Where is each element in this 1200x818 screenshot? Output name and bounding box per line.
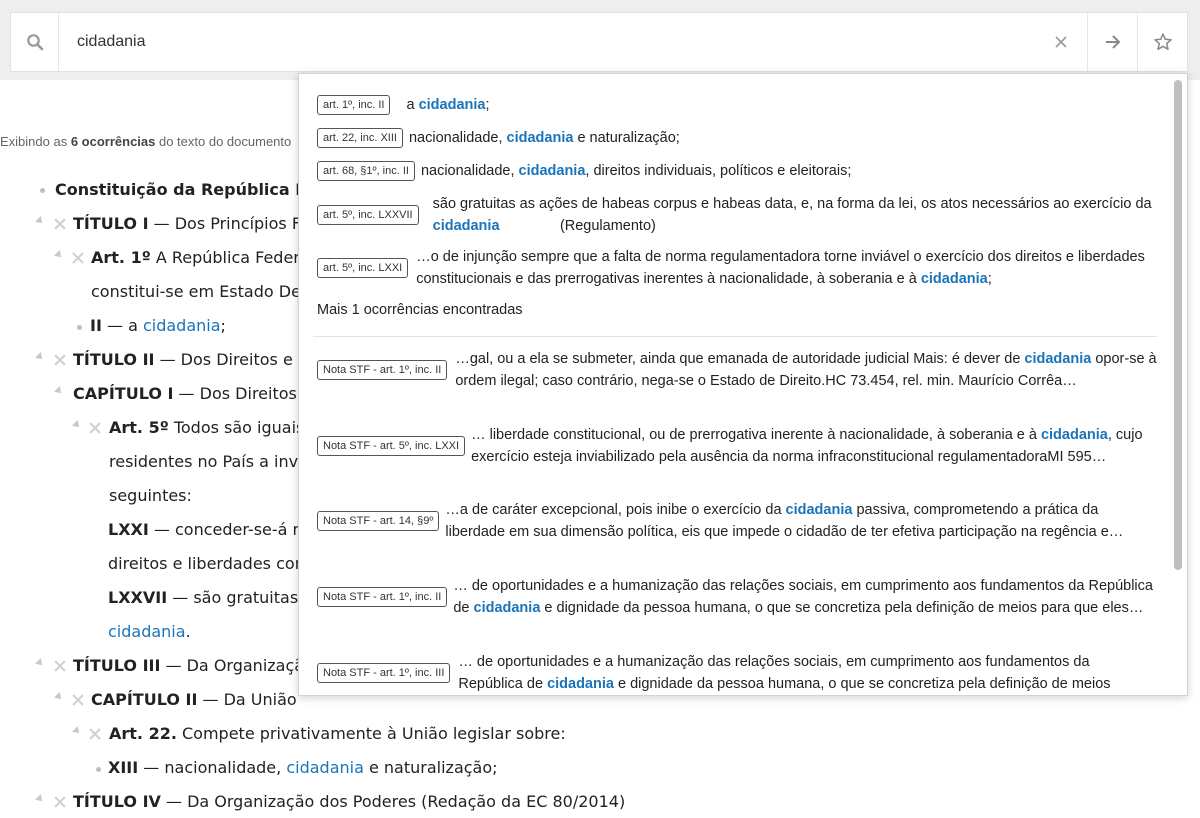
titulo-i[interactable]: TÍTULO I — Dos Princípios Fu <box>73 207 310 241</box>
note-text: …a de caráter excepcional, pois inibe o … <box>445 502 1124 540</box>
art-5-inc-lxxi[interactable]: LXXI — conceder-se-á ma <box>108 513 318 547</box>
art-5-inc-lxxvii-line-2: cidadania. <box>108 622 191 641</box>
cross-icon[interactable] <box>72 694 84 706</box>
note-text: … liberdade constitucional, ou de prerro… <box>471 427 1143 465</box>
collapse-icon[interactable] <box>35 794 45 804</box>
search-input[interactable] <box>59 13 1035 71</box>
titulo-iv[interactable]: TÍTULO IV — Da Organização dos Poderes (… <box>73 785 625 818</box>
clear-search-button[interactable] <box>1035 13 1087 71</box>
results-summary: Exibindo as 6 ocorrências do texto do do… <box>0 134 291 149</box>
result-text: são gratuitas as ações de habeas corpus … <box>432 196 1152 234</box>
result-item[interactable]: art. 22, inc. XIII nacionalidade, cidada… <box>317 127 1157 149</box>
art-5-line-3: seguintes: <box>109 486 192 505</box>
note-tag: Nota STF - art. 1º, inc. II <box>317 587 448 607</box>
note-item[interactable]: Nota STF - art. 1º, inc. III … de oportu… <box>317 651 1157 695</box>
note-item[interactable]: Nota STF - art. 1º, inc. II … de oportun… <box>317 575 1157 619</box>
more-results-link[interactable]: Mais 1 ocorrências encontradas <box>317 302 523 318</box>
titulo-iii[interactable]: TÍTULO III — Da Organização <box>73 649 314 683</box>
search-icon[interactable] <box>11 13 59 71</box>
result-tag: art. 5º, inc. LXXI <box>317 258 409 278</box>
result-item[interactable]: art. 5º, inc. LXXVII são gratuitas as aç… <box>317 193 1157 237</box>
divider <box>313 336 1157 337</box>
art-5-inc-lxxvii[interactable]: LXXVII — são gratuitas as <box>108 581 321 615</box>
collapse-icon[interactable] <box>35 216 45 226</box>
result-item[interactable]: art. 68, §1º, inc. II nacionalidade, cid… <box>317 160 1157 182</box>
collapse-icon[interactable] <box>35 352 45 362</box>
search-area <box>0 0 1200 80</box>
result-tag: art. 22, inc. XIII <box>317 128 403 148</box>
result-text: nacionalidade, cidadania, direitos indiv… <box>420 163 852 179</box>
note-item[interactable]: Nota STF - art. 1º, inc. II …gal, ou a e… <box>317 348 1157 392</box>
favorite-button[interactable] <box>1137 13 1187 71</box>
cross-icon[interactable] <box>54 796 66 808</box>
titulo-ii[interactable]: TÍTULO II — Dos Direitos e G <box>73 343 310 377</box>
note-item[interactable]: Nota STF - art. 14, §9º …a de caráter ex… <box>317 499 1157 543</box>
results-prefix: Exibindo as <box>0 134 71 149</box>
result-text: …o de injunção sempre que a falta de nor… <box>416 249 1145 287</box>
result-text: a cidadania; <box>406 97 490 113</box>
cross-icon[interactable] <box>54 218 66 230</box>
collapse-icon[interactable] <box>54 250 64 260</box>
note-item[interactable]: Nota STF - art. 5º, inc. LXXI … liberdad… <box>317 424 1157 468</box>
collapse-icon[interactable] <box>54 692 64 702</box>
result-tag: art. 1º, inc. II <box>317 95 391 115</box>
art-22[interactable]: Art. 22. Compete privativamente à União … <box>109 717 566 751</box>
scrollbar-thumb[interactable] <box>1174 80 1182 570</box>
result-item[interactable]: art. 5º, inc. LXXI …o de injunção sempre… <box>317 246 1157 290</box>
collapse-icon[interactable] <box>72 726 82 736</box>
note-text: … de oportunidades e a humanização das r… <box>453 578 1153 616</box>
cross-icon[interactable] <box>72 252 84 264</box>
close-icon <box>1055 36 1067 48</box>
tree-bullet <box>40 188 45 193</box>
collapse-icon[interactable] <box>54 386 64 396</box>
search-bar <box>10 12 1188 72</box>
note-tag: Nota STF - art. 1º, inc. III <box>317 663 451 683</box>
search-results-dropdown: art. 1º, inc. II a cidadania; art. 22, i… <box>298 73 1188 696</box>
collapse-icon[interactable] <box>35 658 45 668</box>
cross-icon[interactable] <box>89 728 101 740</box>
art-5-line-2: residentes no País a invio <box>109 452 313 471</box>
art-5[interactable]: Art. 5º Todos são iguais p <box>109 411 320 445</box>
cross-icon[interactable] <box>54 354 66 366</box>
result-tag: art. 5º, inc. LXXVII <box>317 205 419 225</box>
art-22-inc-xiii[interactable]: XIII — nacionalidade, cidadania e natura… <box>108 751 498 785</box>
cross-icon[interactable] <box>54 660 66 672</box>
note-text: …gal, ou a ela se submeter, ainda que em… <box>455 351 1157 389</box>
results-count: 6 ocorrências <box>70 134 156 149</box>
capitulo-ii[interactable]: CAPÍTULO II — Da União <box>91 683 297 717</box>
tree-bullet <box>96 767 101 772</box>
note-tag: Nota STF - art. 1º, inc. II <box>317 360 448 380</box>
result-tag: art. 68, §1º, inc. II <box>317 161 415 181</box>
results-suffix: do texto do documento <box>155 134 292 149</box>
capitulo-i[interactable]: CAPÍTULO I — Dos Direitos e <box>73 377 312 411</box>
art-1-inc-ii[interactable]: II — a cidadania; <box>90 309 226 343</box>
arrow-right-icon <box>1105 35 1120 49</box>
tree-bullet <box>77 325 82 330</box>
art-1[interactable]: Art. 1º A República Federat <box>91 241 316 275</box>
note-tag: Nota STF - art. 14, §9º <box>317 511 440 531</box>
result-text: nacionalidade, cidadania e naturalização… <box>408 130 680 146</box>
star-icon <box>1153 33 1172 51</box>
document-title[interactable]: Constituição da República Fede <box>55 173 339 207</box>
collapse-icon[interactable] <box>72 420 82 430</box>
cross-icon[interactable] <box>89 422 101 434</box>
result-item[interactable]: art. 1º, inc. II a cidadania; <box>317 94 1157 116</box>
note-tag: Nota STF - art. 5º, inc. LXXI <box>317 436 466 456</box>
art-1-line-2: constitui-se em Estado Der <box>91 282 308 301</box>
go-button[interactable] <box>1087 13 1137 71</box>
note-text: … de oportunidades e a humanização das r… <box>458 654 1111 692</box>
art-5-inc-lxxi-line-2: direitos e liberdades cons <box>108 554 314 573</box>
